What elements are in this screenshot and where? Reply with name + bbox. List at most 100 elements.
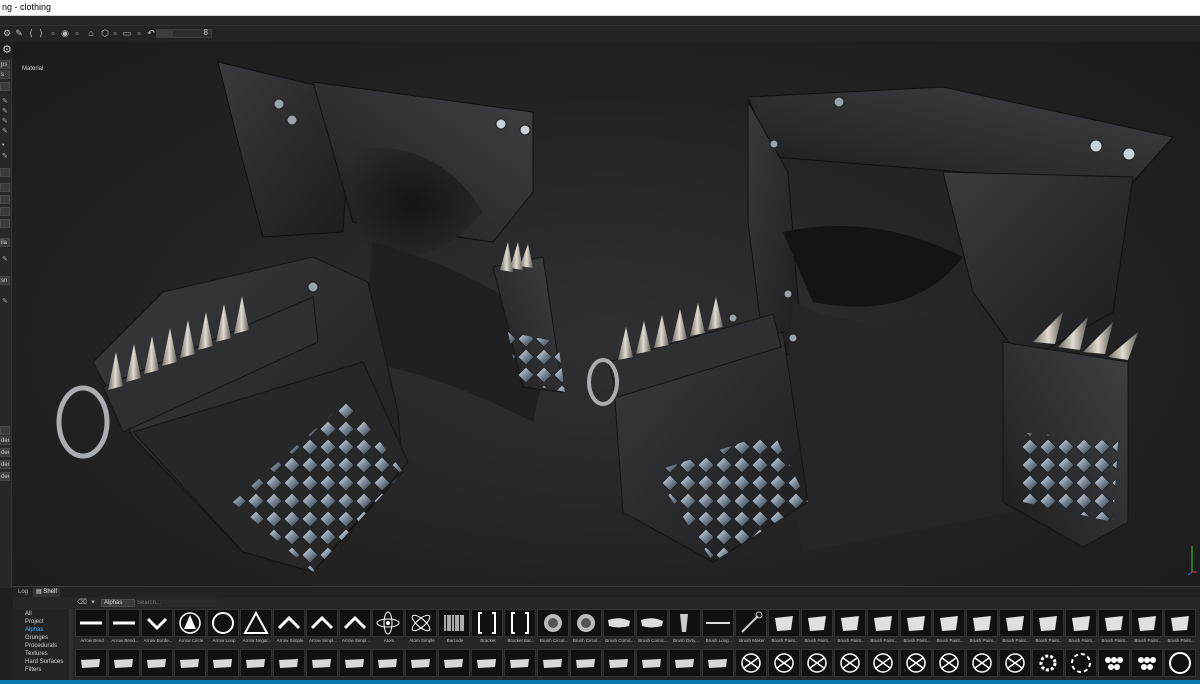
shelf-item[interactable]: Brush Dirty... xyxy=(669,609,701,643)
shelf-item[interactable]: Brush Paint... xyxy=(966,609,998,643)
brush-icon[interactable]: ✎ xyxy=(14,28,24,39)
shelf-item[interactable] xyxy=(438,649,470,677)
shelf-item[interactable] xyxy=(471,649,503,677)
shelf-item[interactable] xyxy=(933,649,965,677)
shelf-item[interactable] xyxy=(966,649,998,677)
tab-shelf[interactable]: ▤ Shelf xyxy=(33,588,61,597)
shelf-item[interactable] xyxy=(537,649,569,677)
value-slider[interactable]: 8 xyxy=(156,28,212,38)
shelf-item[interactable]: Brush Paint... xyxy=(900,609,932,643)
pen-icon[interactable]: ✎ xyxy=(2,256,9,263)
shelf-item[interactable]: Brush Comic... xyxy=(636,609,668,643)
shelf-item[interactable] xyxy=(900,649,932,677)
checkbox-icon[interactable]: ▫ xyxy=(134,28,144,39)
shelf-item[interactable] xyxy=(207,649,239,677)
shelf-item[interactable]: Atom Simple xyxy=(405,609,437,643)
category-alphas[interactable]: Alphas xyxy=(25,626,43,634)
shelf-item[interactable]: Brush Paint... xyxy=(999,609,1031,643)
shelf-item[interactable] xyxy=(999,649,1031,677)
property-field[interactable]: der xyxy=(0,448,10,457)
shelf-item[interactable]: Arrow Negat... xyxy=(240,609,272,643)
shelf-item[interactable]: Arrow Loop xyxy=(207,609,239,643)
shelf-item[interactable] xyxy=(240,649,272,677)
shelf-item[interactable]: Brush Paint... xyxy=(1032,609,1064,643)
property-button[interactable] xyxy=(0,426,10,435)
property-field[interactable]: der xyxy=(0,460,10,469)
shelf-item[interactable]: Brush Circul... xyxy=(570,609,602,643)
cube-icon[interactable]: ⬡ xyxy=(100,28,110,39)
shelf-item[interactable]: Brush Paint... xyxy=(1131,609,1163,643)
shelf-item[interactable]: Brush Long... xyxy=(702,609,734,643)
shelf-item[interactable] xyxy=(834,649,866,677)
pen-icon[interactable]: ✎ xyxy=(2,128,9,135)
category-select[interactable]: Alphas xyxy=(101,599,135,607)
3d-viewport[interactable]: Material xyxy=(13,42,1200,586)
shelf-item[interactable]: Brush Paint... xyxy=(933,609,965,643)
trash-icon[interactable]: ⌫ xyxy=(77,599,87,607)
property-button[interactable] xyxy=(0,195,10,204)
shelf-item[interactable] xyxy=(75,649,107,677)
camera-icon[interactable]: ⌂ xyxy=(86,28,96,39)
shelf-item[interactable]: Brush Paint... xyxy=(1164,609,1196,643)
shelf-item[interactable]: Atom xyxy=(372,609,404,643)
property-field[interactable]: ps xyxy=(0,60,10,69)
shelf-item[interactable]: Brush Comic... xyxy=(603,609,635,643)
monitor-icon[interactable]: ▭ xyxy=(122,28,132,39)
category-filters[interactable]: Filters xyxy=(25,666,41,674)
shelf-item[interactable] xyxy=(1131,649,1163,677)
shelf-item[interactable]: Brush Paint... xyxy=(1065,609,1097,643)
shelf-item[interactable] xyxy=(735,649,767,677)
pen-icon[interactable]: ✎ xyxy=(2,108,9,115)
shelf-item[interactable]: Bracket Bar... xyxy=(504,609,536,643)
shelf-item[interactable] xyxy=(108,649,140,677)
property-field[interactable]: der xyxy=(0,472,10,481)
property-button[interactable] xyxy=(0,219,10,228)
shelf-item[interactable]: Arrow Circle xyxy=(174,609,206,643)
lock-icon[interactable]: ◉ xyxy=(60,28,70,39)
shelf-item[interactable]: Brush Paint... xyxy=(834,609,866,643)
shelf-item[interactable] xyxy=(339,649,371,677)
shelf-item[interactable] xyxy=(603,649,635,677)
shelf-item[interactable] xyxy=(306,649,338,677)
shelf-item[interactable]: Brush Paint... xyxy=(867,609,899,643)
shelf-item[interactable] xyxy=(174,649,206,677)
category-project[interactable]: Project xyxy=(25,618,44,626)
shelf-item[interactable] xyxy=(1164,649,1196,677)
property-button[interactable] xyxy=(0,82,10,91)
shelf-item[interactable] xyxy=(636,649,668,677)
pen-icon[interactable]: ✎ xyxy=(2,118,9,125)
property-button[interactable] xyxy=(0,168,10,177)
checkbox-icon[interactable]: ▫ xyxy=(110,28,120,39)
shelf-item[interactable]: Arrow Bend xyxy=(75,609,107,643)
settings-icon[interactable]: ⚙ xyxy=(2,28,12,39)
property-field[interactable]: s xyxy=(0,70,10,79)
shelf-item[interactable]: Arrow Simple xyxy=(273,609,305,643)
shelf-item[interactable] xyxy=(273,649,305,677)
shelf-item[interactable] xyxy=(669,649,701,677)
shelf-item[interactable] xyxy=(504,649,536,677)
shelf-item[interactable]: Arrow Simpl... xyxy=(306,609,338,643)
shelf-item[interactable]: Arrow Simpl... xyxy=(339,609,371,643)
shelf-item[interactable] xyxy=(405,649,437,677)
shelf-item[interactable]: Arrow Borde... xyxy=(141,609,173,643)
shelf-item[interactable] xyxy=(1065,649,1097,677)
shelf-item[interactable] xyxy=(768,649,800,677)
tab-log[interactable]: Log xyxy=(15,588,31,597)
symmetry-icon[interactable]: ⟨ xyxy=(26,28,36,39)
shelf-item[interactable] xyxy=(867,649,899,677)
checkbox-icon[interactable]: ▫ xyxy=(48,28,58,39)
category-grunges[interactable]: Grunges xyxy=(25,634,48,642)
category-textures[interactable]: Textures xyxy=(25,650,48,658)
shelf-item[interactable] xyxy=(372,649,404,677)
pen-icon[interactable]: ✎ xyxy=(2,153,9,160)
shelf-item[interactable] xyxy=(1098,649,1130,677)
shelf-item[interactable]: Bracket xyxy=(471,609,503,643)
checkbox-icon[interactable]: ▫ xyxy=(72,28,82,39)
curve-icon[interactable]: ↶ xyxy=(146,28,156,39)
shelf-item[interactable] xyxy=(570,649,602,677)
shelf-item[interactable] xyxy=(702,649,734,677)
property-field[interactable]: der xyxy=(0,436,10,445)
category-all[interactable]: All xyxy=(25,610,32,618)
property-field[interactable]: ila xyxy=(0,238,10,247)
category-hard-surfaces[interactable]: Hard Surfaces xyxy=(25,658,63,666)
